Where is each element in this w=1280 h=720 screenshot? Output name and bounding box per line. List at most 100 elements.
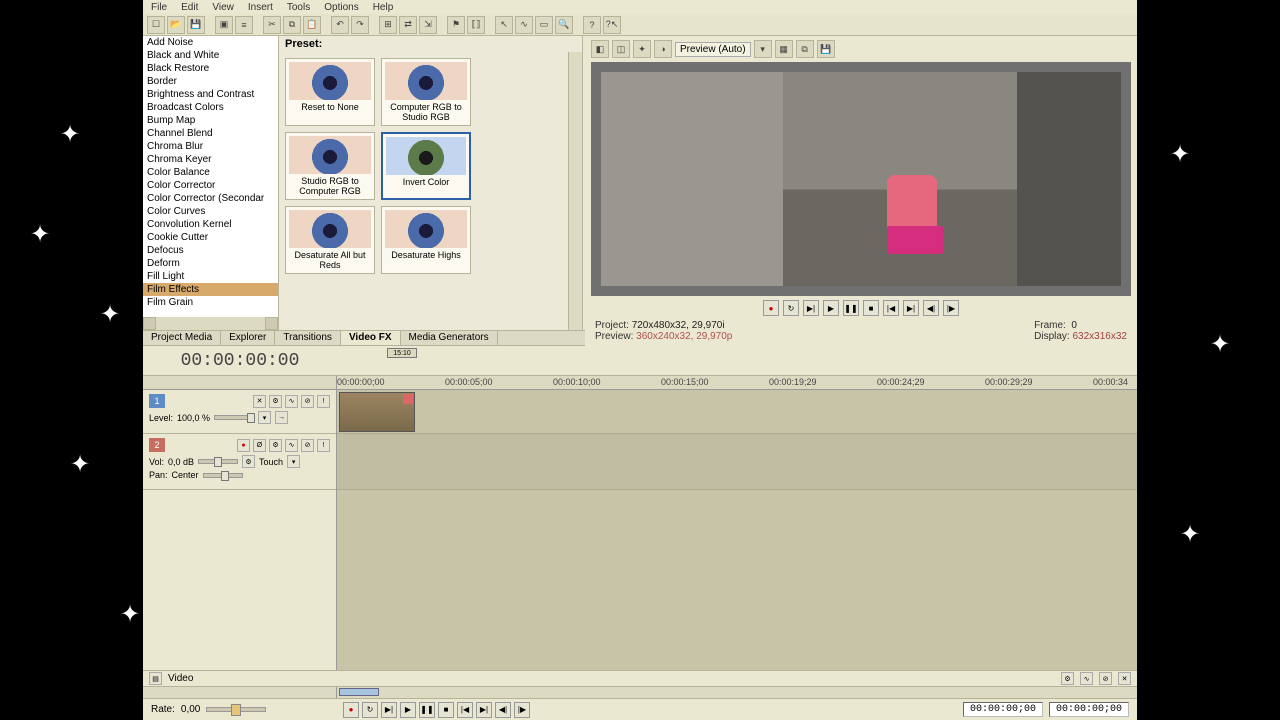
preview-canvas[interactable] xyxy=(591,62,1131,296)
menu-edit[interactable]: Edit xyxy=(181,2,198,13)
fx-list-item[interactable]: Chroma Blur xyxy=(143,140,278,153)
preset-item[interactable]: Reset to None xyxy=(285,58,375,126)
stop-icon[interactable]: ■ xyxy=(438,702,454,718)
pv-copy-icon[interactable]: ⧉ xyxy=(796,40,814,58)
preset-item[interactable]: Invert Color xyxy=(381,132,471,200)
new-icon[interactable]: ☐ xyxy=(147,16,165,34)
dock-tab[interactable]: Transitions xyxy=(275,331,341,345)
pv-split-icon[interactable]: ◫ xyxy=(612,40,630,58)
menu-view[interactable]: View xyxy=(212,2,234,13)
fx-list-item[interactable]: Broadcast Colors xyxy=(143,101,278,114)
open-icon[interactable]: 📂 xyxy=(167,16,185,34)
help-icon[interactable]: ? xyxy=(583,16,601,34)
fx-list-item[interactable]: Fill Light xyxy=(143,270,278,283)
fx-list-item[interactable]: Black Restore xyxy=(143,62,278,75)
fx-list-item[interactable]: Color Corrector xyxy=(143,179,278,192)
tool-select-icon[interactable]: ▭ xyxy=(535,16,553,34)
fx-list-item[interactable]: Black and White xyxy=(143,49,278,62)
parent-icon[interactable]: → xyxy=(275,411,288,424)
tool-zoom-icon[interactable]: 🔍 xyxy=(555,16,573,34)
fx-list-item[interactable]: Bump Map xyxy=(143,114,278,127)
pause-icon[interactable]: ❚❚ xyxy=(843,300,859,316)
solo-icon[interactable]: ! xyxy=(317,395,330,408)
record-icon[interactable]: ● xyxy=(343,702,359,718)
fx-list-item[interactable]: Film Effects xyxy=(143,283,278,296)
play-icon[interactable]: ▶ xyxy=(823,300,839,316)
pan-slider[interactable] xyxy=(203,473,243,478)
preview-mode-dropdown[interactable]: Preview (Auto) xyxy=(675,42,751,57)
fx-list-item[interactable]: Deform xyxy=(143,257,278,270)
chevron-down-icon[interactable]: ▾ xyxy=(287,455,300,468)
bus-automation-icon[interactable]: ∿ xyxy=(1080,672,1093,685)
play-start-icon[interactable]: ▶| xyxy=(381,702,397,718)
marker-icon[interactable]: ⚑ xyxy=(447,16,465,34)
video-track-header[interactable]: 1 ✕ ⚙ ∿ ⊘ ! Level: 100,0 % ▾ → xyxy=(143,390,336,434)
prev-frame-icon[interactable]: ◀| xyxy=(923,300,939,316)
go-start-icon[interactable]: |◀ xyxy=(883,300,899,316)
fx-list-item[interactable]: Color Corrector (Secondar xyxy=(143,192,278,205)
cut-icon[interactable]: ✂ xyxy=(263,16,281,34)
menu-tools[interactable]: Tools xyxy=(287,2,310,13)
preset-item[interactable]: Desaturate All but Reds xyxy=(285,206,375,274)
play-icon[interactable]: ▶ xyxy=(400,702,416,718)
cursor-timecode[interactable]: 00:00:00;00 xyxy=(963,702,1043,717)
pv-save-icon[interactable]: 💾 xyxy=(817,40,835,58)
fx-list-item[interactable]: Chroma Keyer xyxy=(143,153,278,166)
undo-icon[interactable]: ↶ xyxy=(331,16,349,34)
loop-icon[interactable]: ↻ xyxy=(783,300,799,316)
fx-list-item[interactable]: Color Balance xyxy=(143,166,278,179)
fx-list[interactable]: Add NoiseBlack and WhiteBlack RestoreBor… xyxy=(143,36,278,317)
scroll-right-icon[interactable] xyxy=(265,317,278,330)
track-fx-icon[interactable]: ⚙ xyxy=(269,395,282,408)
pv-overlay-icon[interactable]: ◑ xyxy=(654,40,672,58)
touch-dropdown[interactable]: Touch xyxy=(259,457,283,467)
video-clip[interactable] xyxy=(339,392,415,432)
track-content-area[interactable] xyxy=(337,390,1137,670)
mute-icon[interactable]: ⊘ xyxy=(301,395,314,408)
timeline-hscroll[interactable] xyxy=(143,686,1137,698)
level-slider[interactable] xyxy=(214,415,254,420)
fx-list-item[interactable]: Defocus xyxy=(143,244,278,257)
automation-icon[interactable]: ∿ xyxy=(285,395,298,408)
preset-item[interactable]: Desaturate Highs xyxy=(381,206,471,274)
paste-icon[interactable]: 📋 xyxy=(303,16,321,34)
pv-grid-icon[interactable]: ▦ xyxy=(775,40,793,58)
mute-icon[interactable]: ⊘ xyxy=(301,439,314,452)
menu-help[interactable]: Help xyxy=(373,2,394,13)
timecode-display[interactable]: 00:00:00:00 xyxy=(143,346,337,375)
menu-file[interactable]: File xyxy=(151,2,167,13)
bus-mute-icon[interactable]: ⊘ xyxy=(1099,672,1112,685)
fx-list-item[interactable]: Border xyxy=(143,75,278,88)
dock-tab[interactable]: Video FX xyxy=(341,331,401,345)
go-end-icon[interactable]: ▶| xyxy=(476,702,492,718)
marker-bar[interactable]: 15:10 xyxy=(337,346,1137,375)
compositing-icon[interactable]: ▾ xyxy=(258,411,271,424)
autoripple-icon[interactable]: ⇄ xyxy=(399,16,417,34)
render-icon[interactable]: ▣ xyxy=(215,16,233,34)
preset-item[interactable]: Studio RGB to Computer RGB xyxy=(285,132,375,200)
track-fx-icon[interactable]: ⚙ xyxy=(269,439,282,452)
fx-list-item[interactable]: Add Noise xyxy=(143,36,278,49)
vol-slider[interactable] xyxy=(198,459,238,464)
vol-gear-icon[interactable]: ⚙ xyxy=(242,455,255,468)
fx-list-item[interactable]: Channel Blend xyxy=(143,127,278,140)
bus-bypass-icon[interactable]: ✕ xyxy=(1118,672,1131,685)
whatsthis-icon[interactable]: ?↖ xyxy=(603,16,621,34)
pv-fx-icon[interactable]: ✦ xyxy=(633,40,651,58)
invert-phase-icon[interactable]: Ø xyxy=(253,439,266,452)
scroll-left-icon[interactable] xyxy=(143,317,156,330)
loop-icon[interactable]: ↻ xyxy=(362,702,378,718)
record-icon[interactable]: ● xyxy=(763,300,779,316)
arm-record-icon[interactable]: ● xyxy=(237,439,250,452)
dock-tab[interactable]: Explorer xyxy=(221,331,275,345)
go-start-icon[interactable]: |◀ xyxy=(457,702,473,718)
region-icon[interactable]: ⟦⟧ xyxy=(467,16,485,34)
tool-normal-icon[interactable]: ↖ xyxy=(495,16,513,34)
fx-list-item[interactable]: Cookie Cutter xyxy=(143,231,278,244)
play-start-icon[interactable]: ▶| xyxy=(803,300,819,316)
rate-slider[interactable] xyxy=(206,707,266,712)
pause-icon[interactable]: ❚❚ xyxy=(419,702,435,718)
audio-track-lane[interactable] xyxy=(337,434,1137,490)
props-icon[interactable]: ≡ xyxy=(235,16,253,34)
pv-extern-icon[interactable]: ◧ xyxy=(591,40,609,58)
